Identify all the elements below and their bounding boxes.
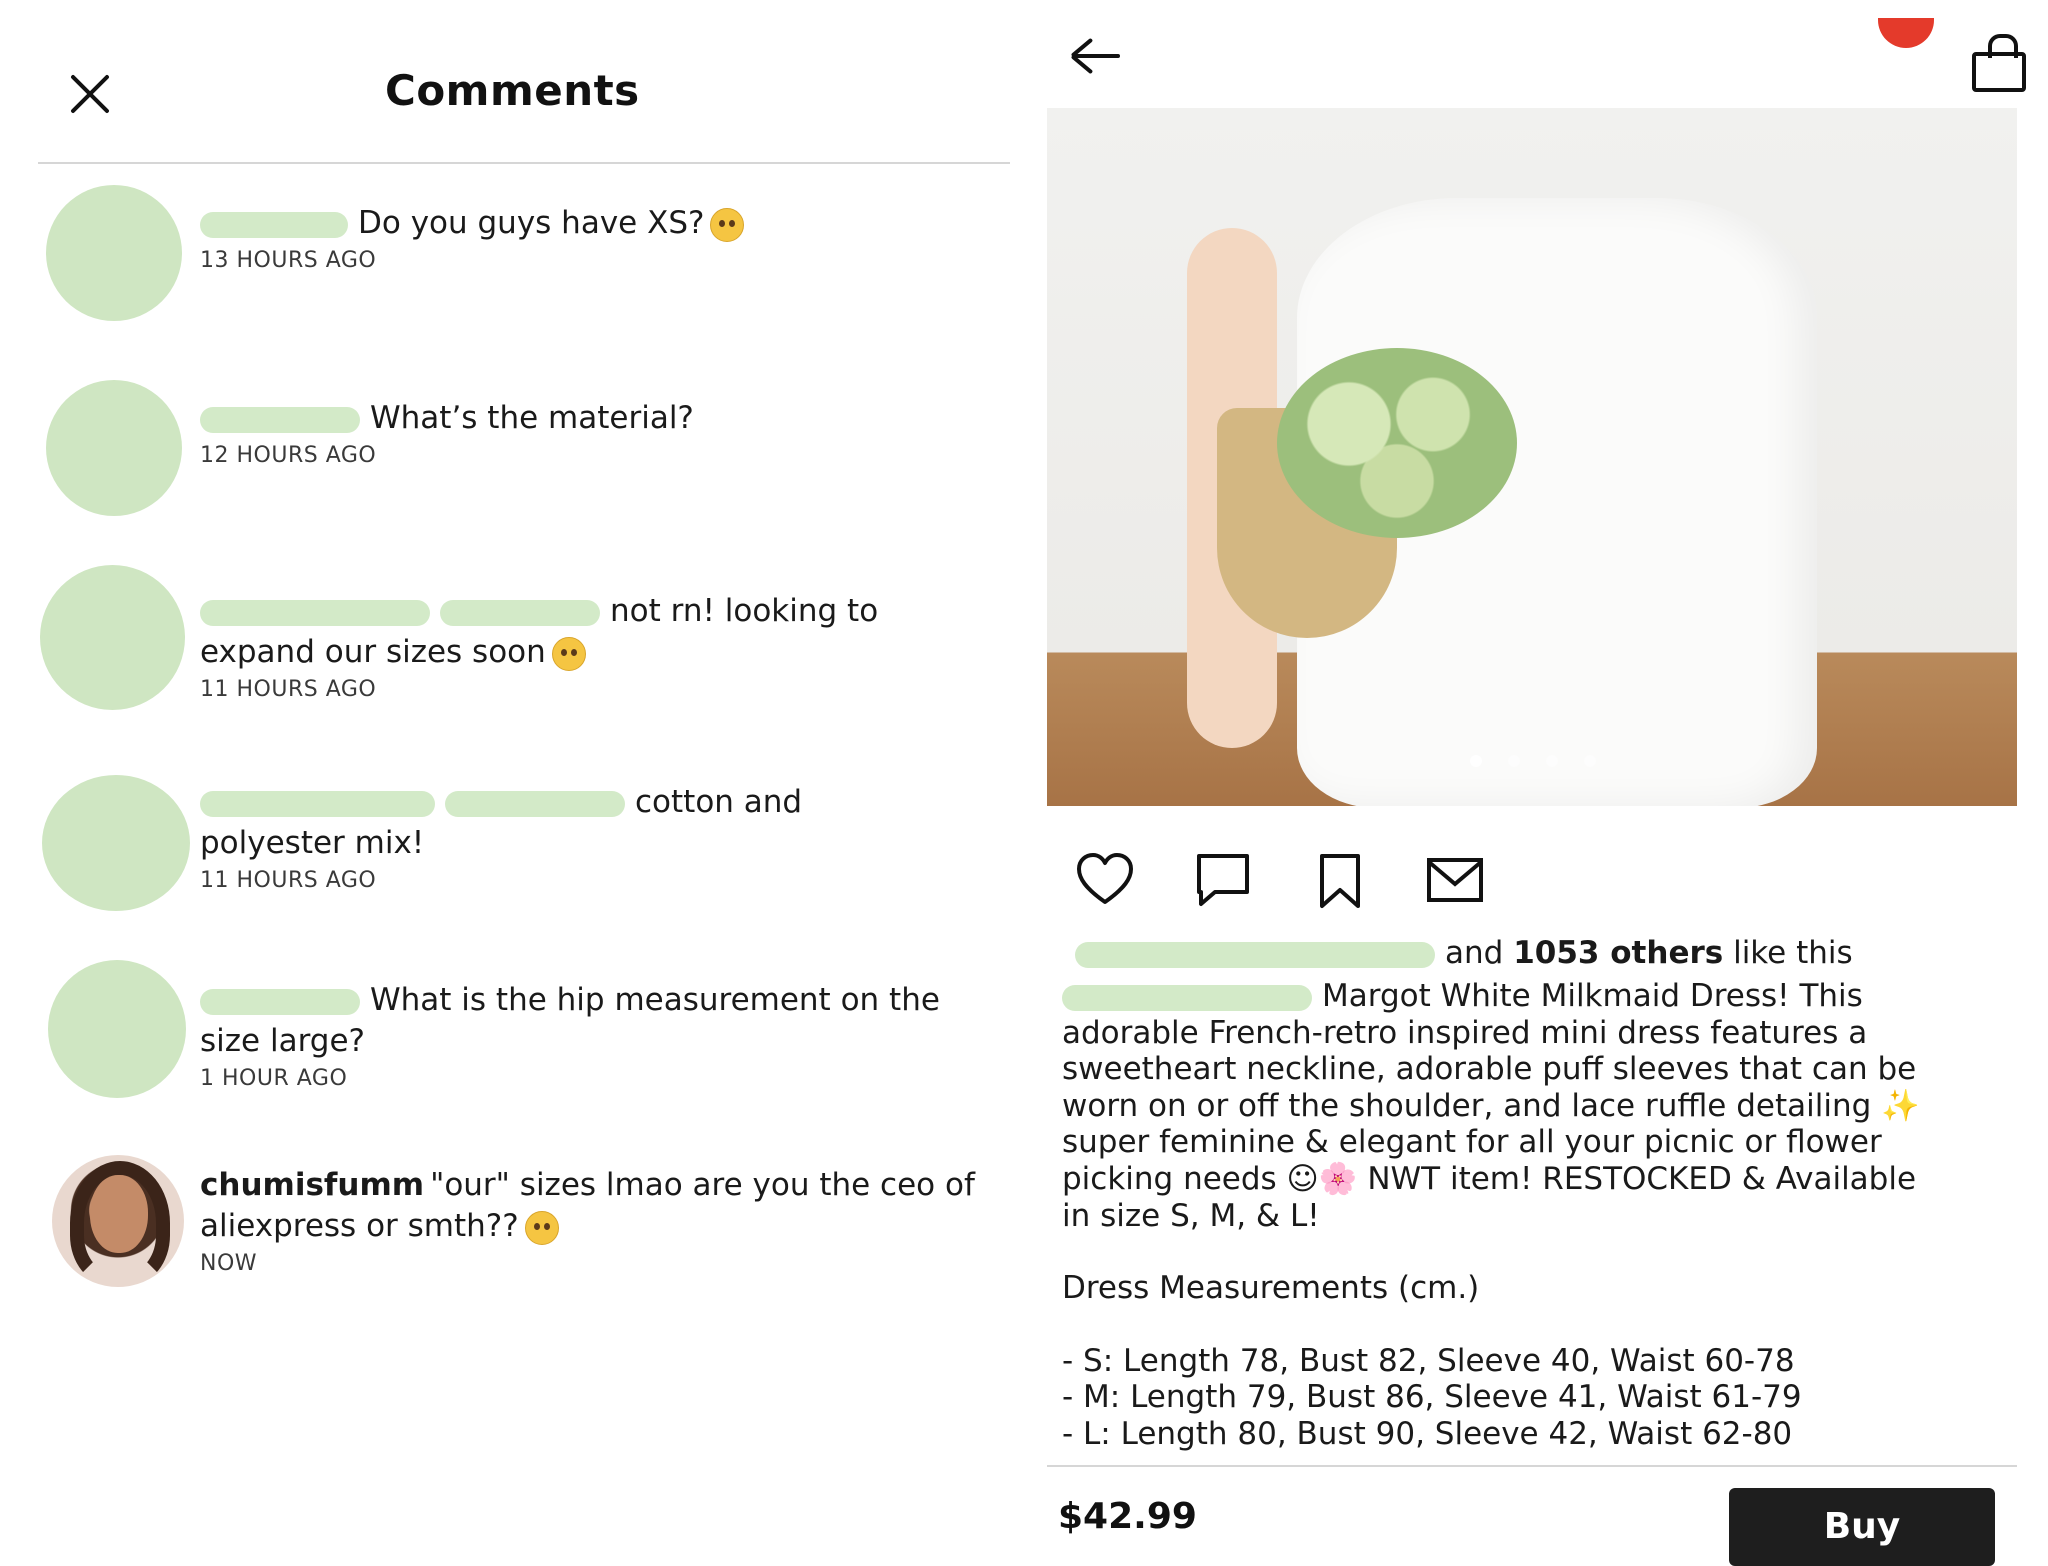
carousel-dot[interactable] <box>1546 755 1558 767</box>
measurements-title: Dress Measurements (cm.) <box>1062 1270 1480 1307</box>
redacted-username <box>200 211 348 238</box>
pleading-face-emoji-icon <box>710 207 745 242</box>
comment-timestamp: 12 HOURS AGO <box>200 443 377 468</box>
page-title: Comments <box>385 66 640 115</box>
redacted-username <box>200 988 360 1015</box>
divider <box>38 162 1010 164</box>
comment-timestamp: NOW <box>200 1251 258 1276</box>
avatar[interactable] <box>40 565 185 710</box>
likes-summary: and 1053 others like this <box>1075 935 1853 971</box>
comment-icon[interactable] <box>1193 850 1253 910</box>
product-photo[interactable] <box>1047 108 2017 806</box>
heart-icon[interactable] <box>1075 850 1135 910</box>
comment-timestamp: 11 HOURS AGO <box>200 868 377 893</box>
carousel-dot[interactable] <box>1470 755 1482 767</box>
redacted-username <box>200 406 360 433</box>
buy-button[interactable]: Buy <box>1729 1488 1995 1566</box>
likes-count[interactable]: 1053 others <box>1513 935 1723 971</box>
avatar[interactable] <box>52 1155 184 1287</box>
measurement-row: - L: Length 80, Bust 90, Sleeve 42, Wais… <box>1062 1415 1793 1452</box>
bookmark-icon[interactable] <box>1310 850 1370 910</box>
carousel-dot[interactable] <box>1584 755 1596 767</box>
avatar-face <box>90 1175 148 1253</box>
measurement-row: - M: Length 79, Bust 86, Sleeve 41, Wais… <box>1062 1379 1802 1416</box>
smiling-face-emoji-icon <box>551 636 586 671</box>
comments-header: Comments <box>0 0 1010 163</box>
avatar[interactable] <box>42 775 190 911</box>
redacted-username <box>200 790 435 817</box>
avatar[interactable] <box>48 960 186 1098</box>
flowers-shape <box>1277 348 1517 538</box>
comments-panel: Comments Do you guys have XS? 13 HOURS A… <box>0 0 1035 1566</box>
shopping-bag-icon[interactable] <box>1972 34 2026 92</box>
comment-timestamp: 1 HOUR AGO <box>200 1066 348 1091</box>
redacted-username <box>200 599 430 626</box>
carousel-dots <box>1470 752 1622 767</box>
redacted-username <box>1062 984 1312 1011</box>
avatar[interactable] <box>46 185 182 321</box>
close-icon[interactable] <box>68 72 112 116</box>
comment-text: Do you guys have XS? <box>358 205 705 241</box>
back-arrow-icon[interactable] <box>1070 37 1122 75</box>
carousel-dot[interactable] <box>1508 755 1520 767</box>
redacted-mention <box>445 790 625 817</box>
measurement-row: - S: Length 78, Bust 82, Sleeve 40, Wais… <box>1062 1342 1795 1379</box>
comment-timestamp: 13 HOURS AGO <box>200 248 377 273</box>
comment-username[interactable]: chumisfumm <box>200 1167 424 1203</box>
redacted-usernames <box>1075 941 1435 968</box>
comment-timestamp: 11 HOURS AGO <box>200 677 377 702</box>
price: $42.99 <box>1058 1496 1197 1537</box>
mail-icon[interactable] <box>1425 850 1485 910</box>
redacted-mention <box>440 599 600 626</box>
footer-divider <box>1047 1465 2017 1467</box>
comment-text: What’s the material? <box>370 400 694 436</box>
thinking-face-emoji-icon <box>524 1210 559 1245</box>
avatar[interactable] <box>46 380 182 516</box>
product-description: Margot White Milkmaid Dress! This adorab… <box>1062 978 2012 1453</box>
